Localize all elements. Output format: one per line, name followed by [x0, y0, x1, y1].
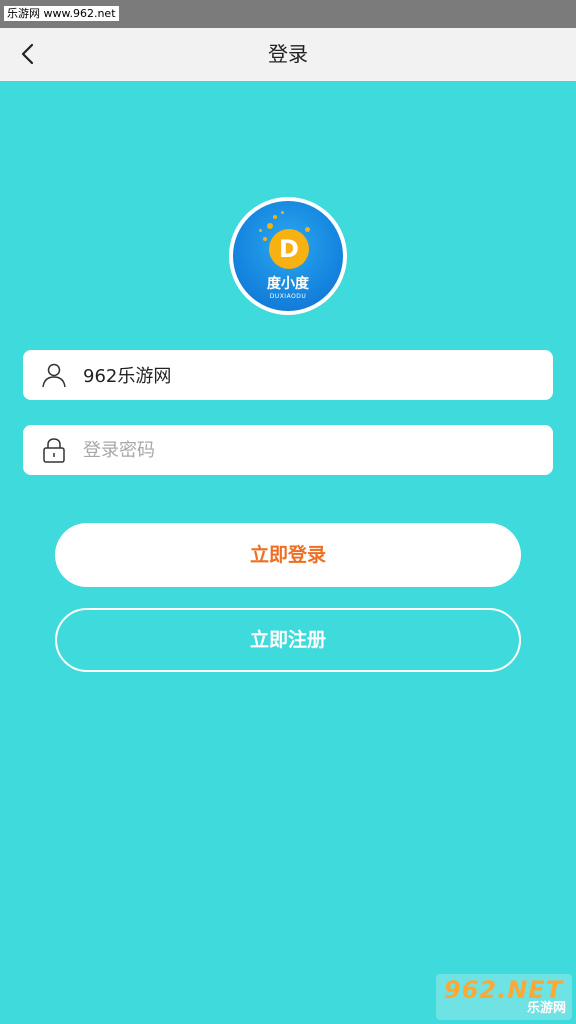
back-button[interactable]: [10, 36, 46, 72]
logo-name: 度小度: [267, 276, 309, 292]
page-title: 登录: [268, 42, 308, 66]
password-input[interactable]: [83, 425, 543, 475]
user-icon: [42, 363, 66, 388]
corner-watermark: 962.NET 乐游网: [436, 974, 572, 1020]
chevron-left-icon: [21, 43, 34, 65]
site-watermark: 乐游网 www.962.net: [4, 6, 119, 21]
register-button[interactable]: 立即注册: [55, 608, 521, 672]
logo-letter: D: [269, 229, 309, 269]
login-button[interactable]: 立即登录: [55, 523, 521, 587]
watermark-sub: 乐游网: [526, 1001, 566, 1016]
status-bar: 乐游网 www.962.net: [0, 0, 576, 28]
username-field[interactable]: [23, 350, 553, 400]
username-input[interactable]: [83, 350, 543, 400]
lock-icon: [43, 438, 65, 463]
password-field[interactable]: [23, 425, 553, 475]
nav-bar: 登录: [0, 28, 576, 81]
app-logo: D 度小度 DUXIAODU: [229, 197, 347, 315]
logo-subtitle: DUXIAODU: [269, 293, 307, 300]
